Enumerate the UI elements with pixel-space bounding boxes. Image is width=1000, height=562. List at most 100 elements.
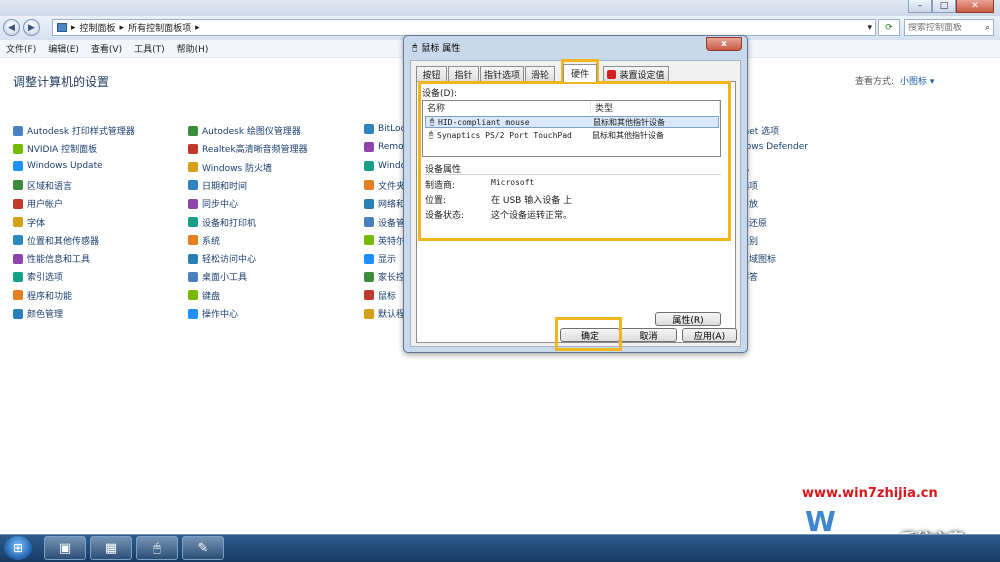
menu-help[interactable]: 帮助(H) bbox=[177, 42, 209, 55]
control-panel-item-icon bbox=[188, 125, 198, 136]
control-panel-item[interactable]: 用户帐户 bbox=[13, 197, 63, 210]
tab-pointers[interactable]: 指针 bbox=[448, 66, 479, 81]
control-panel-item[interactable]: 英特尔 bbox=[364, 234, 405, 247]
search-input[interactable] bbox=[908, 22, 978, 33]
control-panel-item[interactable]: 字体 bbox=[13, 216, 45, 229]
mouse-device-icon: 🖰 bbox=[428, 130, 434, 139]
control-panel-item-label: 操作中心 bbox=[202, 310, 239, 320]
cancel-button[interactable]: 取消 bbox=[620, 328, 677, 342]
dialog-title-bar: 🖰 鼠标 属性 bbox=[412, 41, 460, 55]
control-panel-item[interactable]: Remo bbox=[364, 142, 404, 153]
control-panel-item-icon bbox=[364, 180, 374, 191]
control-panel-item[interactable]: 键盘 bbox=[188, 289, 220, 302]
start-button[interactable]: ⊞ bbox=[4, 536, 32, 560]
control-panel-item[interactable]: 文件夹 bbox=[364, 179, 405, 192]
minimize-button[interactable]: – bbox=[908, 0, 932, 13]
column-type[interactable]: 类型 bbox=[591, 101, 720, 114]
back-button[interactable]: ◀ bbox=[3, 19, 20, 36]
address-dropdown-icon[interactable]: ▾ bbox=[867, 23, 872, 33]
tab-buttons[interactable]: 按钮 bbox=[416, 66, 447, 81]
control-panel-item[interactable]: 区域和语言 bbox=[13, 179, 72, 192]
control-panel-item-label: 轻松访问中心 bbox=[202, 255, 257, 266]
control-panel-item-icon bbox=[364, 253, 374, 264]
control-panel-item-label: 设备和打印机 bbox=[202, 218, 257, 229]
control-panel-item[interactable]: Windows 防火墙 bbox=[188, 161, 272, 174]
control-panel-item[interactable]: 索引选项 bbox=[13, 270, 63, 283]
control-panel-item[interactable]: 家长控 bbox=[364, 270, 405, 283]
control-panel-item-label: 字体 bbox=[27, 218, 46, 229]
maximize-button[interactable]: □ bbox=[932, 0, 956, 13]
control-panel-item[interactable]: NVIDIA 控制面板 bbox=[13, 142, 97, 155]
control-panel-item[interactable]: 性能信息和工具 bbox=[13, 252, 90, 265]
taskbar-control-panel-icon[interactable]: ▦ bbox=[90, 536, 132, 560]
control-panel-item[interactable]: 设备和打印机 bbox=[188, 216, 256, 229]
device-type: 鼠标和其他指针设备 bbox=[592, 130, 664, 140]
control-panel-item-label: 索引选项 bbox=[27, 273, 64, 284]
control-panel-item[interactable]: 网络和 bbox=[364, 197, 405, 210]
control-panel-item[interactable]: Autodesk 绘图仪管理器 bbox=[188, 124, 301, 137]
control-panel-item[interactable]: 颜色管理 bbox=[13, 307, 63, 320]
control-panel-item-label: 区域和语言 bbox=[27, 181, 73, 192]
control-panel-item[interactable]: Windows Update bbox=[13, 160, 103, 171]
control-panel-item-label: 桌面小工具 bbox=[202, 273, 248, 284]
control-panel-item[interactable]: 程序和功能 bbox=[13, 289, 72, 302]
taskbar-mouse-icon[interactable]: 🖰 bbox=[136, 536, 178, 560]
search-box[interactable]: ⌕ bbox=[904, 19, 994, 36]
forward-button[interactable]: ▶ bbox=[23, 19, 40, 36]
control-panel-item[interactable]: Windo bbox=[364, 160, 406, 171]
tab-wheel[interactable]: 滑轮 bbox=[525, 66, 555, 81]
control-panel-item[interactable]: 默认程 bbox=[364, 307, 405, 320]
tab-device-settings[interactable]: 装置设定值 bbox=[603, 66, 669, 81]
mouse-device-icon: 🖰 bbox=[429, 117, 435, 126]
control-panel-item-icon bbox=[13, 290, 23, 301]
control-panel-item-label: 同步中心 bbox=[202, 200, 239, 211]
control-panel-item[interactable]: 显示 bbox=[364, 252, 396, 265]
search-icon: ⌕ bbox=[984, 22, 990, 33]
control-panel-item[interactable]: 桌面小工具 bbox=[188, 270, 247, 283]
breadcrumb-item[interactable]: 所有控制面板项 bbox=[128, 21, 191, 34]
device-row[interactable]: 🖰 HID-compliant mouse 鼠标和其他指针设备 bbox=[425, 116, 719, 128]
apply-button[interactable]: 应用(A) bbox=[682, 328, 737, 342]
control-panel-item-label: 程序和功能 bbox=[27, 291, 73, 302]
device-row[interactable]: 🖰 Synaptics PS/2 Port TouchPad 鼠标和其他指针设备 bbox=[425, 129, 719, 141]
tab-hardware[interactable]: 硬件 bbox=[563, 64, 597, 82]
dialog-close-button[interactable]: x bbox=[706, 37, 742, 51]
tab-pointer-options[interactable]: 指针选项 bbox=[480, 66, 524, 81]
control-panel-item-icon bbox=[188, 253, 198, 264]
control-panel-item[interactable]: 日期和时间 bbox=[188, 179, 247, 192]
control-panel-item-icon bbox=[364, 124, 374, 134]
control-panel-item-label: Windows 防火墙 bbox=[202, 163, 273, 174]
taskbar-app-icon[interactable]: ▣ bbox=[44, 536, 86, 560]
control-panel-item[interactable]: BitLoc bbox=[364, 124, 406, 134]
device-list[interactable]: 名称 类型 🖰 HID-compliant mouse 鼠标和其他指针设备 🖰 … bbox=[422, 100, 721, 157]
control-panel-item[interactable]: Autodesk 打印样式管理器 bbox=[13, 124, 135, 137]
breadcrumb-item[interactable]: 控制面板 bbox=[80, 21, 116, 34]
dialog-body: 按钮 指针 指针选项 滑轮 硬件 装置设定值 设备(D): 名称 类型 🖰 HI… bbox=[410, 60, 741, 347]
view-by-dropdown[interactable]: 小图标 ▾ bbox=[900, 74, 934, 87]
control-panel-item-label: 鼠标 bbox=[378, 291, 397, 302]
control-panel-item[interactable]: 操作中心 bbox=[188, 307, 238, 320]
control-panel-item[interactable]: 鼠标 bbox=[364, 289, 396, 302]
control-panel-item[interactable]: 设备管 bbox=[364, 216, 405, 229]
control-panel-item-icon bbox=[364, 142, 374, 153]
control-panel-item[interactable]: 同步中心 bbox=[188, 197, 238, 210]
control-panel-item[interactable]: Realtek高清晰音频管理器 bbox=[188, 142, 308, 155]
control-panel-item-icon bbox=[188, 198, 198, 209]
menu-view[interactable]: 查看(V) bbox=[91, 42, 122, 55]
close-window-button[interactable]: ✕ bbox=[956, 0, 994, 13]
control-panel-item[interactable]: 轻松访问中心 bbox=[188, 252, 256, 265]
taskbar-paint-icon[interactable]: ✎ bbox=[182, 536, 224, 560]
properties-button[interactable]: 属性(R) bbox=[655, 312, 721, 326]
ok-button[interactable]: 确定 bbox=[560, 328, 620, 342]
address-bar[interactable]: ▸ 控制面板 ▸ 所有控制面板项 ▸ ▾ bbox=[52, 19, 876, 36]
control-panel-item[interactable]: 系统 bbox=[188, 234, 220, 247]
control-panel-item[interactable]: dows Defender bbox=[740, 142, 808, 152]
menu-file[interactable]: 文件(F) bbox=[6, 42, 36, 55]
menu-tools[interactable]: 工具(T) bbox=[134, 42, 165, 55]
control-panel-item-icon bbox=[188, 235, 198, 246]
control-panel-item[interactable]: 位置和其他传感器 bbox=[13, 234, 99, 247]
refresh-button[interactable]: ⟳ bbox=[878, 19, 900, 36]
menu-edit[interactable]: 编辑(E) bbox=[48, 42, 79, 55]
control-panel-item-label: dows Defender bbox=[740, 142, 808, 153]
column-name[interactable]: 名称 bbox=[423, 101, 591, 114]
